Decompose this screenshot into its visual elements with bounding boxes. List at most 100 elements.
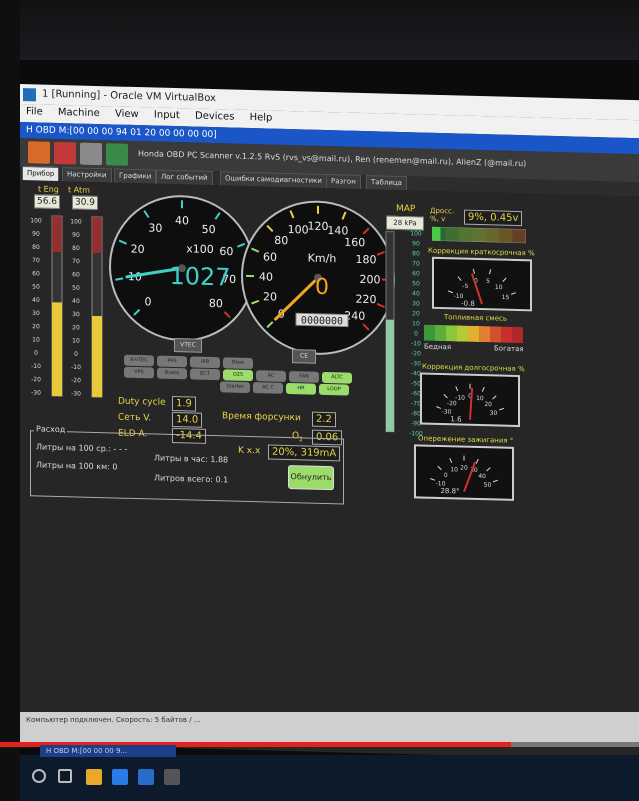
menu-file[interactable]: File	[20, 104, 49, 120]
fuel-mix-segment	[490, 326, 501, 343]
menu-machine[interactable]: Machine	[52, 105, 106, 121]
virtualbox-task-icon[interactable]	[138, 769, 154, 785]
liters-per-hour: Литры в час: 1.88	[154, 453, 229, 465]
long-trim-gauge: -30-20-10 0 1020301.6	[420, 372, 520, 428]
tach-tick-label: 0	[145, 295, 152, 308]
tab-settings[interactable]: Настройки	[62, 167, 112, 183]
short-trim-tick	[510, 292, 516, 295]
task-view-icon[interactable]	[58, 769, 72, 783]
eng-tick-label: 20	[32, 323, 40, 330]
menu-devices[interactable]: Devices	[189, 108, 240, 124]
ignition-tick	[449, 458, 453, 464]
long-trim-value: 1.6	[450, 415, 462, 423]
short-trim-gauge: -10-50 51015-0.8	[432, 256, 532, 312]
long-trim-tick-label: 30	[490, 410, 498, 417]
map-tick-label: 100	[410, 230, 422, 237]
tach-unit: x100	[186, 242, 214, 256]
exit-icon[interactable]	[106, 143, 128, 166]
disconnect-icon[interactable]	[54, 141, 76, 165]
injector-value: 2.2	[312, 411, 336, 428]
reset-button[interactable]: Обнулить	[288, 465, 334, 491]
atm-tick-label: 20	[72, 324, 80, 331]
virtualbox-logo-icon	[23, 88, 36, 102]
tach-tick-label: 30	[148, 221, 162, 234]
file-explorer-icon[interactable]	[86, 769, 102, 785]
indicator-k-vtec: K-VTEC	[124, 354, 154, 367]
atm-tick-label: -20	[71, 377, 81, 384]
fuel-mix-segment	[446, 325, 457, 342]
fuel-mix-title: Топливная смесь	[444, 313, 507, 323]
menu-help[interactable]: Help	[244, 110, 279, 126]
map-tick-label: 20	[412, 310, 420, 317]
tab-event-log[interactable]: Лог событий	[156, 169, 213, 186]
eng-tick-label: 40	[32, 297, 40, 304]
map-tick-label: -20	[411, 350, 421, 357]
atm-tick-label: 0	[74, 351, 78, 358]
fuel-mix-lean: Бедная	[424, 342, 452, 352]
search-icon[interactable]	[32, 769, 46, 783]
throttle-sub-label: %, v	[430, 214, 446, 224]
edge-icon[interactable]	[112, 769, 128, 785]
vm-screen: 1 [Running] - Oracle VM VirtualBox File …	[20, 84, 639, 761]
liters-total: Литров всего: 0.1	[154, 473, 229, 485]
short-trim-tick-label: 10	[495, 284, 503, 291]
speedo-tick-label: 160	[344, 236, 365, 250]
long-trim-tick	[443, 394, 448, 399]
atm-tick-label: 90	[72, 232, 80, 239]
save-icon[interactable]	[80, 142, 102, 166]
guest-task-button[interactable]: H OBD M:[00 00 00 9...	[40, 745, 176, 757]
atm-temp-value: 30.9	[72, 195, 98, 211]
app-title: Honda OBD PC Scanner v.1.2.5 RvS (rvs_vs…	[138, 149, 527, 169]
tab-table[interactable]: Таблица	[366, 175, 407, 191]
eng-tick-label: -10	[31, 363, 41, 370]
ignition-tick	[486, 467, 491, 472]
connect-icon[interactable]	[28, 141, 50, 164]
eng-tick-label: 30	[32, 310, 40, 317]
indicator-starter: Starter	[220, 381, 250, 394]
vm-status-bar: Компьютер подключен. Скорость: 5 байтов …	[20, 712, 639, 742]
ignition-tick	[430, 477, 436, 481]
map-tick-label: 80	[412, 250, 420, 257]
indicator-ac-c: AC C	[253, 382, 283, 394]
tab-diagnostics[interactable]: Ошибки самодиагностики	[220, 171, 327, 189]
long-trim-tick	[481, 386, 485, 392]
tab-graphs[interactable]: Графики	[114, 168, 157, 184]
throttle-segment	[499, 228, 513, 243]
indicator-loop: LOOP	[319, 383, 349, 396]
atm-temp-label: t Atm	[68, 185, 90, 195]
atm-tick-label: 70	[72, 258, 80, 265]
menu-input[interactable]: Input	[148, 107, 186, 123]
tab-pribor[interactable]: Прибор	[22, 166, 60, 182]
eng-tick-label: 80	[32, 244, 40, 251]
throttle-segment	[472, 227, 486, 243]
speedo-tick-label: 20	[263, 290, 277, 303]
atm-tick-label: 60	[72, 271, 80, 278]
speedo-unit: Km/h	[308, 252, 337, 266]
app-task-icon[interactable]	[164, 769, 180, 785]
long-trim-title: Коррекция долгосрочная %	[422, 362, 525, 374]
long-trim-tick-label: -10	[455, 394, 465, 401]
tach-tick-label: 60	[219, 245, 233, 258]
fuel-mix-segment	[468, 325, 479, 343]
ignition-title: Опережение зажигания °	[418, 434, 514, 445]
short-trim-tick	[502, 277, 507, 282]
eng-tick-label: 100	[30, 217, 42, 224]
eng-tick-label: 70	[32, 257, 40, 264]
ignition-tick-label: 0	[444, 472, 448, 479]
short-trim-tick	[472, 268, 475, 274]
speedo-tick-label: 180	[356, 253, 377, 267]
menu-view[interactable]: View	[109, 106, 145, 122]
eng-bar-hot	[52, 215, 62, 253]
vbox-title-text: 1 [Running] - Oracle VM VirtualBox	[42, 88, 216, 105]
consumption-title: Расход	[34, 424, 68, 435]
atm-tick-label: 10	[72, 337, 80, 344]
atm-tick-label: 100	[70, 218, 82, 225]
eng-tick-label: -20	[31, 376, 41, 383]
throttle-segment	[485, 228, 499, 243]
main-gauges: 01020304050607080x1001027020406080100120…	[109, 195, 395, 355]
tab-acceleration[interactable]: Разгон	[326, 174, 361, 189]
map-label: MAP	[396, 203, 416, 215]
indicator-brake: Brake	[157, 367, 187, 380]
vm-status-text: Компьютер подключен. Скорость: 5 байтов …	[26, 716, 201, 724]
indicator-altc: ALTC	[322, 371, 352, 384]
